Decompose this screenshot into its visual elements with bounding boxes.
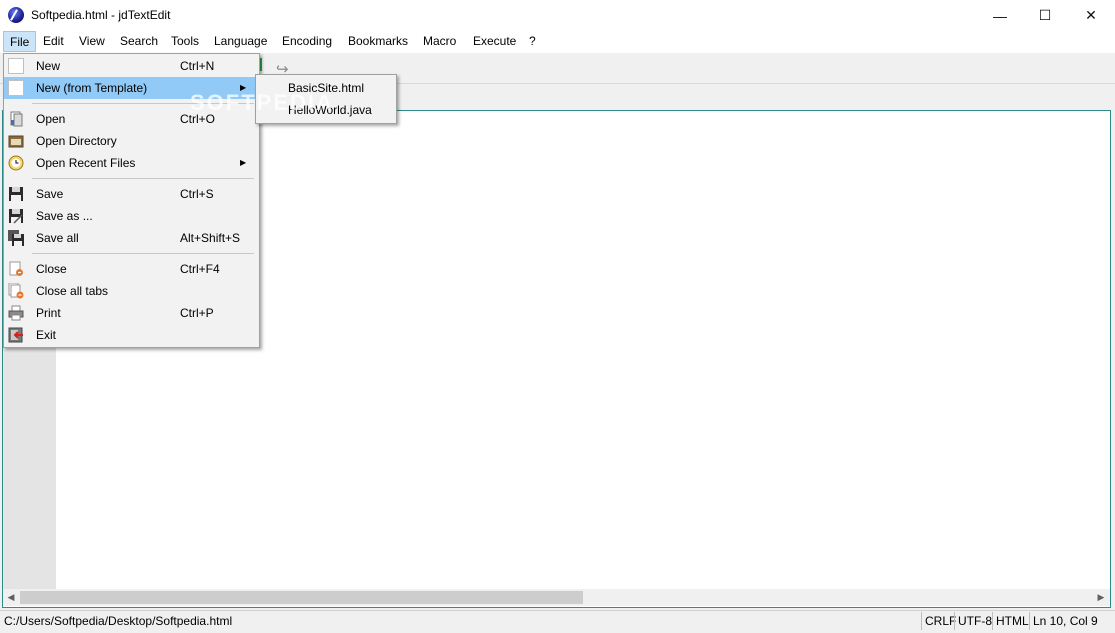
- menu-item-label: Open: [36, 112, 66, 126]
- menu-item-label: Close: [36, 262, 67, 276]
- scroll-left-icon[interactable]: ◀: [4, 590, 18, 605]
- menu-execute[interactable]: Execute: [467, 31, 522, 52]
- menu-view[interactable]: View: [73, 31, 111, 52]
- menu-item-exit[interactable]: Exit: [4, 324, 255, 346]
- close-window-button[interactable]: ✕: [1068, 0, 1114, 31]
- floppy-as-icon: [9, 209, 23, 224]
- menu-item-label: New (from Template): [36, 81, 148, 95]
- menu-item-print[interactable]: Print Ctrl+P: [4, 302, 255, 324]
- status-file-path: C:/Users/Softpedia/Desktop/Softpedia.htm…: [4, 614, 233, 628]
- menu-macro[interactable]: Macro: [417, 31, 462, 52]
- menu-item-label: Open Directory: [36, 134, 117, 148]
- menu-search[interactable]: Search: [114, 31, 164, 52]
- status-encoding[interactable]: UTF-8: [954, 612, 995, 630]
- menu-item-save-all[interactable]: Save all Alt+Shift+S: [4, 227, 255, 249]
- menu-item-open-directory[interactable]: Open Directory: [4, 130, 255, 152]
- menu-help[interactable]: ?: [523, 31, 542, 52]
- close-all-icon: [8, 283, 24, 299]
- menu-language[interactable]: Language: [208, 31, 273, 52]
- menu-item-label: Save as ...: [36, 209, 93, 223]
- app-icon: [8, 7, 24, 23]
- menu-item-label: New: [36, 59, 61, 73]
- status-language[interactable]: HTML: [992, 612, 1032, 630]
- floppy-all-icon: [8, 230, 24, 246]
- minimize-button[interactable]: —: [977, 0, 1023, 31]
- menu-edit[interactable]: Edit: [37, 31, 70, 52]
- menu-item-close[interactable]: Close Ctrl+F4: [4, 258, 255, 280]
- menu-encoding[interactable]: Encoding: [276, 31, 338, 52]
- menu-item-save-as[interactable]: Save as ...: [4, 205, 255, 227]
- menu-item-label: Exit: [36, 328, 57, 342]
- scrollbar-thumb[interactable]: [20, 591, 583, 604]
- menu-item-shortcut: Ctrl+P: [180, 306, 214, 320]
- scroll-right-icon[interactable]: ▶: [1094, 590, 1108, 605]
- menu-item-save[interactable]: Save Ctrl+S: [4, 183, 255, 205]
- menu-item-shortcut: Alt+Shift+S: [180, 231, 241, 245]
- folder-icon: [8, 135, 24, 148]
- clock-icon: [8, 155, 24, 171]
- printer-icon: [8, 305, 24, 321]
- menu-item-new[interactable]: New Ctrl+N: [4, 55, 255, 77]
- menu-item-label: Close all tabs: [36, 284, 109, 298]
- menu-bookmarks[interactable]: Bookmarks: [342, 31, 414, 52]
- menu-item-shortcut: Ctrl+N: [180, 59, 215, 73]
- open-file-icon: [10, 111, 23, 127]
- menu-item-label: Print: [36, 306, 61, 320]
- exit-icon: [8, 327, 23, 343]
- menu-separator: [32, 178, 254, 179]
- menu-tools[interactable]: Tools: [165, 31, 205, 52]
- menu-item-label: Save: [36, 187, 64, 201]
- menu-item-shortcut: Ctrl+S: [180, 187, 214, 201]
- watermark: SOFTPEDIA: [190, 90, 334, 115]
- menu-item-label: Open Recent Files: [36, 156, 136, 170]
- window-title: Softpedia.html - jdTextEdit: [31, 8, 171, 22]
- menu-item-close-all-tabs[interactable]: Close all tabs: [4, 280, 255, 302]
- close-doc-icon: [9, 261, 23, 276]
- menu-separator: [32, 253, 254, 254]
- submenu-arrow-icon: ▶: [240, 158, 247, 167]
- floppy-icon: [9, 187, 23, 201]
- blank-page-icon: [8, 80, 24, 96]
- menu-item-label: Save all: [36, 231, 79, 245]
- blank-page-icon: [8, 58, 24, 74]
- menu-file[interactable]: File: [3, 31, 37, 52]
- menu-item-open-recent[interactable]: Open Recent Files ▶: [4, 152, 255, 174]
- status-cursor-position: Ln 10, Col 9: [1029, 612, 1101, 630]
- menu-item-shortcut: Ctrl+F4: [180, 262, 220, 276]
- maximize-button[interactable]: ☐: [1022, 0, 1068, 31]
